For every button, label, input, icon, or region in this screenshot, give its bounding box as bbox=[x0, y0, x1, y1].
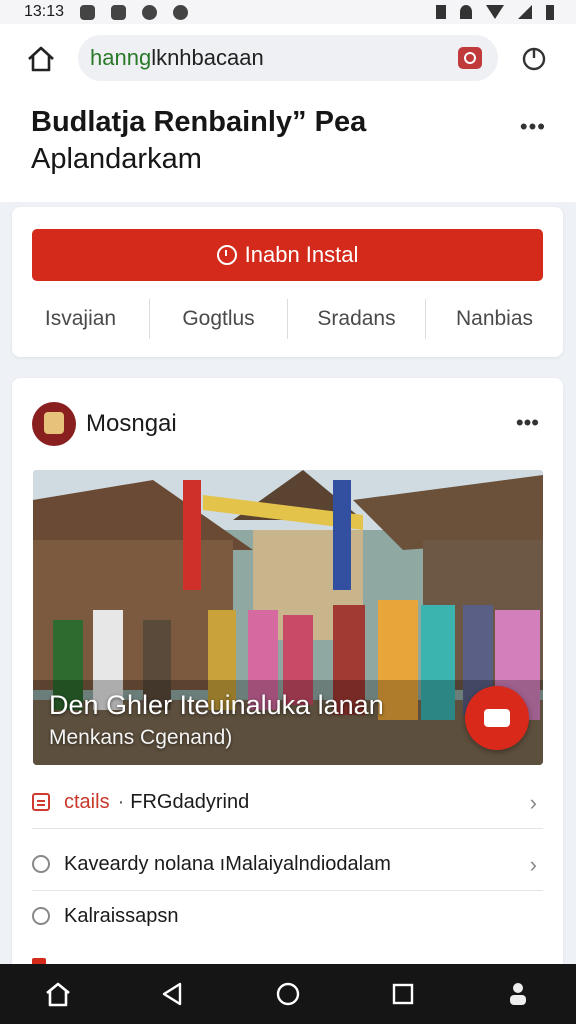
back-icon[interactable] bbox=[153, 974, 193, 1014]
camera-icon[interactable] bbox=[458, 47, 482, 69]
browser-toolbar: hanng lknhbacaan bbox=[0, 24, 576, 92]
details-label: ctails bbox=[64, 790, 110, 813]
tab-sradans[interactable]: Sradans bbox=[288, 299, 426, 339]
list-item-details[interactable]: ctails · FRGdadyrind › bbox=[32, 776, 543, 829]
bluetooth-icon bbox=[436, 5, 446, 19]
list-item-location[interactable]: Kalraissapsn bbox=[32, 890, 543, 942]
chevron-right-icon: › bbox=[529, 790, 537, 815]
status-time: 13:13 bbox=[24, 3, 65, 20]
more-icon[interactable]: ••• bbox=[520, 114, 546, 140]
home-nav-icon[interactable] bbox=[38, 974, 78, 1014]
info-text: Kaveardy nolana ıMalaiyalndiodalam bbox=[64, 852, 391, 875]
home-icon[interactable] bbox=[24, 42, 58, 76]
tab-gogtlus[interactable]: Gogtlus bbox=[150, 299, 288, 339]
post-more-icon[interactable]: ••• bbox=[516, 410, 539, 436]
install-card: Inabn Instal Isvajian Gogtlus Sradans Na… bbox=[12, 207, 563, 357]
page-title: Budlatja Renbainly” Pea Aplandarkam bbox=[31, 104, 491, 178]
page-title-line1: Budlatja Renbainly” Pea bbox=[31, 106, 367, 138]
wifi-icon bbox=[486, 5, 504, 19]
tab-nanbias[interactable]: Nanbias bbox=[426, 299, 563, 339]
install-label: Inabn Instal bbox=[244, 242, 359, 267]
page-title-line2: Aplandarkam bbox=[31, 143, 202, 175]
video-fab-button[interactable] bbox=[465, 686, 529, 750]
post-card: Mosngai ••• Den Ghler Iteuinaluka lanan … bbox=[12, 378, 563, 978]
details-text: FRGdadyrind bbox=[130, 790, 250, 813]
location-text: Kalraissapsn bbox=[64, 904, 179, 927]
location-icon bbox=[460, 5, 472, 19]
list-item-info[interactable]: Kaveardy nolana ıMalaiyalndiodalam › bbox=[32, 838, 543, 891]
install-button[interactable]: Inabn Instal bbox=[32, 229, 543, 281]
url-bar[interactable]: hanng lknhbacaan bbox=[78, 35, 498, 81]
avatar[interactable] bbox=[32, 402, 76, 446]
separator-dot: · bbox=[117, 790, 125, 813]
page-header: Budlatja Renbainly” Pea Aplandarkam ••• bbox=[0, 92, 576, 202]
power-icon[interactable] bbox=[520, 44, 548, 72]
app-notification-icon bbox=[111, 4, 127, 20]
clock-icon bbox=[216, 245, 237, 265]
post-photo[interactable]: Den Ghler Iteuinaluka lanan Menkans Cgen… bbox=[33, 470, 543, 765]
photo-caption-subtitle: Menkans Cgenand) bbox=[49, 726, 233, 749]
dot-notification-icon bbox=[173, 4, 189, 20]
info-circle-icon bbox=[32, 855, 50, 873]
location-circle-icon bbox=[32, 907, 50, 925]
circle-home-icon[interactable] bbox=[268, 974, 308, 1014]
post-author[interactable]: Mosngai bbox=[86, 410, 177, 438]
tab-bar: Isvajian Gogtlus Sradans Nanbias bbox=[12, 299, 563, 339]
photo-caption-title: Den Ghler Iteuinaluka lanan bbox=[49, 690, 384, 720]
assistant-icon[interactable] bbox=[498, 974, 538, 1014]
document-icon bbox=[32, 793, 50, 811]
tab-isvajian[interactable]: Isvajian bbox=[12, 299, 150, 339]
chevron-right-icon: › bbox=[529, 852, 537, 877]
url-highlight: hanng bbox=[90, 45, 152, 70]
signal-icon bbox=[518, 5, 532, 19]
url-text: lknhbacaan bbox=[151, 45, 264, 70]
system-nav-bar bbox=[0, 964, 576, 1024]
status-bar: 13:13 bbox=[0, 0, 576, 24]
settings-notification-icon bbox=[142, 4, 158, 20]
square-recents-icon[interactable] bbox=[383, 974, 423, 1014]
notification-icon bbox=[80, 4, 96, 20]
battery-icon bbox=[546, 4, 554, 20]
